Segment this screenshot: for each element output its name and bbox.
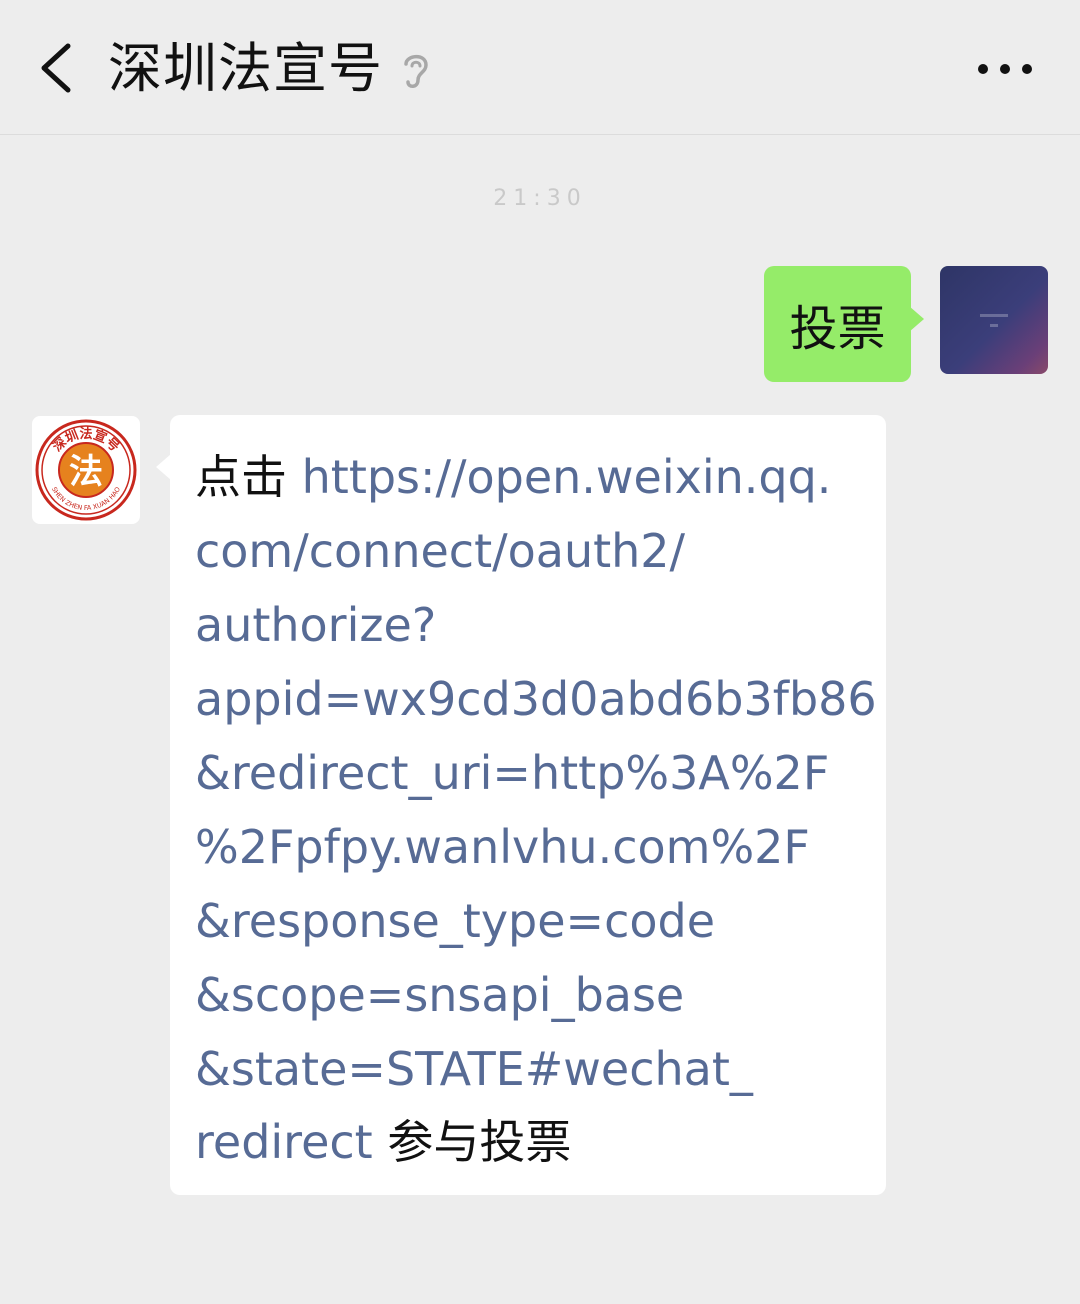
ear-icon	[404, 54, 428, 88]
auth-link-part[interactable]: &state=STATE#wechat_	[195, 1039, 753, 1099]
official-account-logo: 法 深圳法宣号 SHEN ZHEN FA XUAN HAO	[35, 419, 137, 521]
auth-link-part[interactable]: authorize?	[195, 595, 436, 655]
incoming-bubble-tail	[156, 454, 171, 480]
avatar-decoration	[990, 324, 998, 327]
official-account-avatar[interactable]: 法 深圳法宣号 SHEN ZHEN FA XUAN HAO	[32, 416, 140, 524]
message-prefix: 点击	[195, 450, 287, 504]
more-dots-icon[interactable]	[975, 60, 1035, 78]
auth-link-part[interactable]: com/connect/oauth2/	[195, 521, 685, 581]
message-line: redirect 参与投票	[195, 1112, 571, 1172]
emblem-character: 法	[69, 452, 103, 492]
message-timestamp: 21:30	[493, 186, 587, 211]
avatar-decoration	[980, 314, 1008, 317]
message-line: 点击 https://open.weixin.qq.	[195, 447, 831, 507]
auth-link-part[interactable]: %2Fpfpy.wanlvhu.com%2F	[195, 817, 810, 877]
outgoing-message-bubble[interactable]: 投票	[764, 266, 911, 382]
chat-header: 深圳法宣号	[0, 0, 1080, 135]
chevron-left-icon[interactable]	[30, 40, 80, 96]
auth-link-part[interactable]: redirect	[195, 1115, 373, 1169]
message-suffix: 参与投票	[387, 1115, 572, 1169]
outgoing-bubble-tail	[909, 306, 924, 332]
auth-link-part[interactable]: &redirect_uri=http%3A%2F	[195, 743, 829, 803]
auth-link-part[interactable]: appid=wx9cd3d0abd6b3fb86	[195, 669, 877, 729]
auth-link-part[interactable]: &response_type=code	[195, 891, 715, 951]
auth-link-part[interactable]: &scope=snsapi_base	[195, 965, 684, 1025]
chat-title: 深圳法宣号	[108, 37, 383, 100]
outgoing-message-text: 投票	[789, 301, 886, 357]
user-avatar[interactable]	[940, 266, 1048, 374]
auth-link-part[interactable]: https://open.weixin.qq.	[302, 450, 832, 504]
